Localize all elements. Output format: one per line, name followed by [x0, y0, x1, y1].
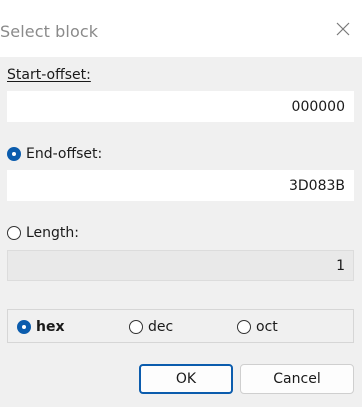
- end-offset-input[interactable]: [7, 170, 354, 201]
- end-offset-radio-indicator: [7, 147, 21, 161]
- base-radio-hex[interactable]: hex: [17, 319, 65, 335]
- base-radio-oct[interactable]: oct: [237, 319, 278, 335]
- length-input: [7, 250, 354, 281]
- start-offset-label: Start-offset:: [7, 67, 91, 83]
- start-offset-input[interactable]: [7, 91, 354, 122]
- length-radio[interactable]: Length:: [7, 225, 79, 241]
- end-offset-label: End-offset:: [26, 146, 103, 162]
- base-oct-label: oct: [256, 319, 278, 335]
- length-label: Length:: [26, 225, 80, 241]
- length-radio-indicator: [7, 226, 21, 240]
- base-radio-dec[interactable]: dec: [129, 319, 173, 335]
- title-bar: Select block: [0, 0, 362, 57]
- number-base-group: hex dec oct: [7, 309, 354, 343]
- base-hex-indicator: [17, 320, 31, 334]
- base-hex-label: hex: [36, 319, 65, 335]
- end-offset-radio[interactable]: End-offset:: [7, 146, 102, 162]
- base-dec-indicator: [129, 320, 143, 334]
- base-dec-label: dec: [148, 319, 174, 335]
- close-button[interactable]: [330, 16, 356, 42]
- cancel-button[interactable]: Cancel: [240, 364, 354, 394]
- close-icon: [336, 22, 350, 36]
- base-oct-indicator: [237, 320, 251, 334]
- window-title: Select block: [0, 22, 99, 41]
- ok-button[interactable]: OK: [139, 364, 233, 394]
- start-offset-label-text: Start-offset:: [7, 67, 91, 83]
